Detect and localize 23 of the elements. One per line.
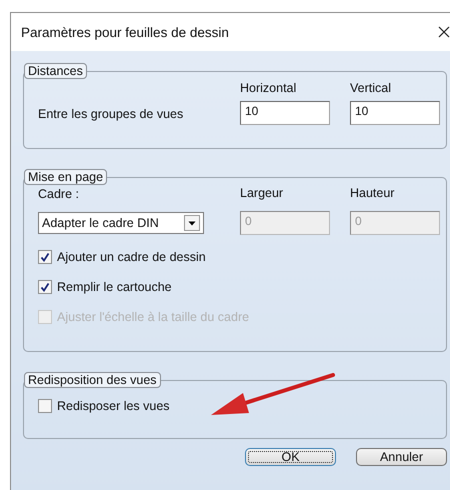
checkbox[interactable] bbox=[38, 280, 52, 294]
ok-button[interactable]: OK bbox=[245, 448, 336, 466]
caret-icon bbox=[184, 215, 200, 231]
checkbox[interactable] bbox=[38, 399, 52, 413]
field-label: Vertical bbox=[350, 81, 392, 95]
group-title: Distances bbox=[24, 63, 87, 79]
dropdown[interactable]: Adapter le cadre DIN bbox=[38, 212, 204, 234]
checkbox[interactable] bbox=[38, 250, 52, 264]
field-label: Largeur bbox=[240, 186, 284, 200]
field-label: Horizontal bbox=[240, 81, 298, 95]
group-title: Mise en page bbox=[24, 169, 108, 185]
field-label: Hauteur bbox=[350, 186, 396, 200]
group-title: Redisposition des vues bbox=[24, 372, 161, 388]
checkbox-label[interactable]: Remplir le cartouche bbox=[57, 280, 172, 294]
row-label: Entre les groupes de vues bbox=[38, 106, 184, 121]
close-icon[interactable] bbox=[438, 26, 450, 38]
checkbox-label[interactable]: Ajouter un cadre de dessin bbox=[57, 250, 206, 264]
window-title: Paramètres pour feuilles de dessin bbox=[21, 24, 229, 40]
input-field[interactable]: 10 bbox=[240, 101, 330, 125]
input-field[interactable]: 10 bbox=[350, 101, 440, 125]
checkbox-label[interactable]: Redisposer les vues bbox=[57, 399, 170, 413]
cancel-button[interactable]: Annuler bbox=[356, 448, 447, 466]
field-label: Cadre : bbox=[38, 186, 80, 201]
